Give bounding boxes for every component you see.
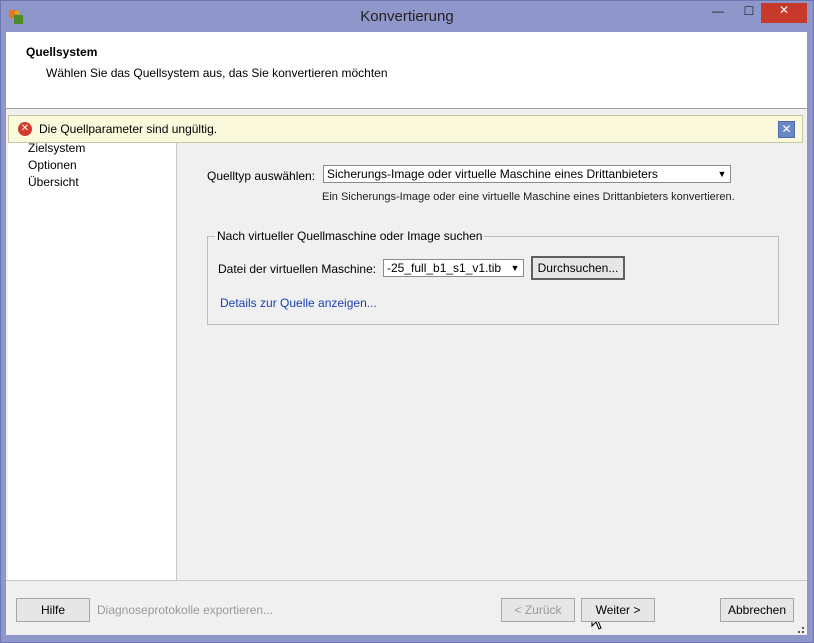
dialog-client: Quellsystem Wählen Sie das Quellsystem a… <box>6 32 807 635</box>
group-title: Nach virtueller Quellmaschine oder Image… <box>215 229 485 243</box>
maximize-button[interactable]: ☐ <box>734 4 764 26</box>
file-label: Datei der virtuellen Maschine: <box>218 262 377 276</box>
source-type-value: Sicherungs-Image oder virtuelle Maschine… <box>327 167 658 181</box>
error-banner: ✕ Die Quellparameter sind ungültig. ✕ <box>8 115 803 143</box>
sidebar-item-optionen[interactable]: Optionen <box>28 158 77 172</box>
error-icon: ✕ <box>18 122 32 136</box>
page-title: Quellsystem <box>26 45 98 59</box>
error-close-button[interactable]: ✕ <box>778 121 795 138</box>
resize-grip-icon[interactable] <box>795 624 805 634</box>
vm-file-value: -25_full_b1_s1_v1.tib <box>387 261 502 275</box>
cancel-button[interactable]: Abbrechen <box>720 598 794 622</box>
source-details-link[interactable]: Details zur Quelle anzeigen... <box>220 296 377 310</box>
source-type-dropdown[interactable]: Sicherungs-Image oder virtuelle Maschine… <box>323 165 731 183</box>
export-logs-link[interactable]: Diagnoseprotokolle exportieren... <box>97 603 273 617</box>
window: Konvertierung — ☐ ✕ Quellsystem Wählen S… <box>0 0 814 643</box>
source-search-group: Nach virtueller Quellmaschine oder Image… <box>207 229 779 325</box>
error-message: Die Quellparameter sind ungültig. <box>39 122 218 136</box>
dialog-footer: Hilfe Diagnoseprotokolle exportieren... … <box>6 580 807 635</box>
sidebar-item-uebersicht[interactable]: Übersicht <box>28 175 79 189</box>
source-type-hint: Ein Sicherungs-Image oder eine virtuelle… <box>322 191 735 203</box>
chevron-down-icon: ▼ <box>717 169 727 179</box>
page-header: Quellsystem Wählen Sie das Quellsystem a… <box>6 32 807 109</box>
help-button[interactable]: Hilfe <box>16 598 90 622</box>
vm-file-dropdown[interactable]: -25_full_b1_s1_v1.tib ▼ <box>383 259 524 277</box>
source-type-label: Quelltyp auswählen: <box>207 169 316 183</box>
window-title: Konvertierung <box>360 8 454 25</box>
back-button[interactable]: < Zurück <box>501 598 575 622</box>
sidebar-item-zielsystem[interactable]: Zielsystem <box>28 141 85 155</box>
browse-button[interactable]: Durchsuchen... <box>531 256 625 280</box>
next-button[interactable]: Weiter > <box>581 598 655 622</box>
close-button[interactable]: ✕ <box>761 3 807 23</box>
title-bar[interactable]: Konvertierung — ☐ ✕ <box>1 1 813 32</box>
page-subtitle: Wählen Sie das Quellsystem aus, das Sie … <box>46 66 388 80</box>
wizard-steps-sidebar: Zielsystem Optionen Übersicht <box>8 141 177 580</box>
chevron-down-icon: ▼ <box>510 263 520 273</box>
main-content: Quelltyp auswählen: Sicherungs-Image ode… <box>177 143 807 630</box>
minimize-button[interactable]: — <box>703 4 733 26</box>
